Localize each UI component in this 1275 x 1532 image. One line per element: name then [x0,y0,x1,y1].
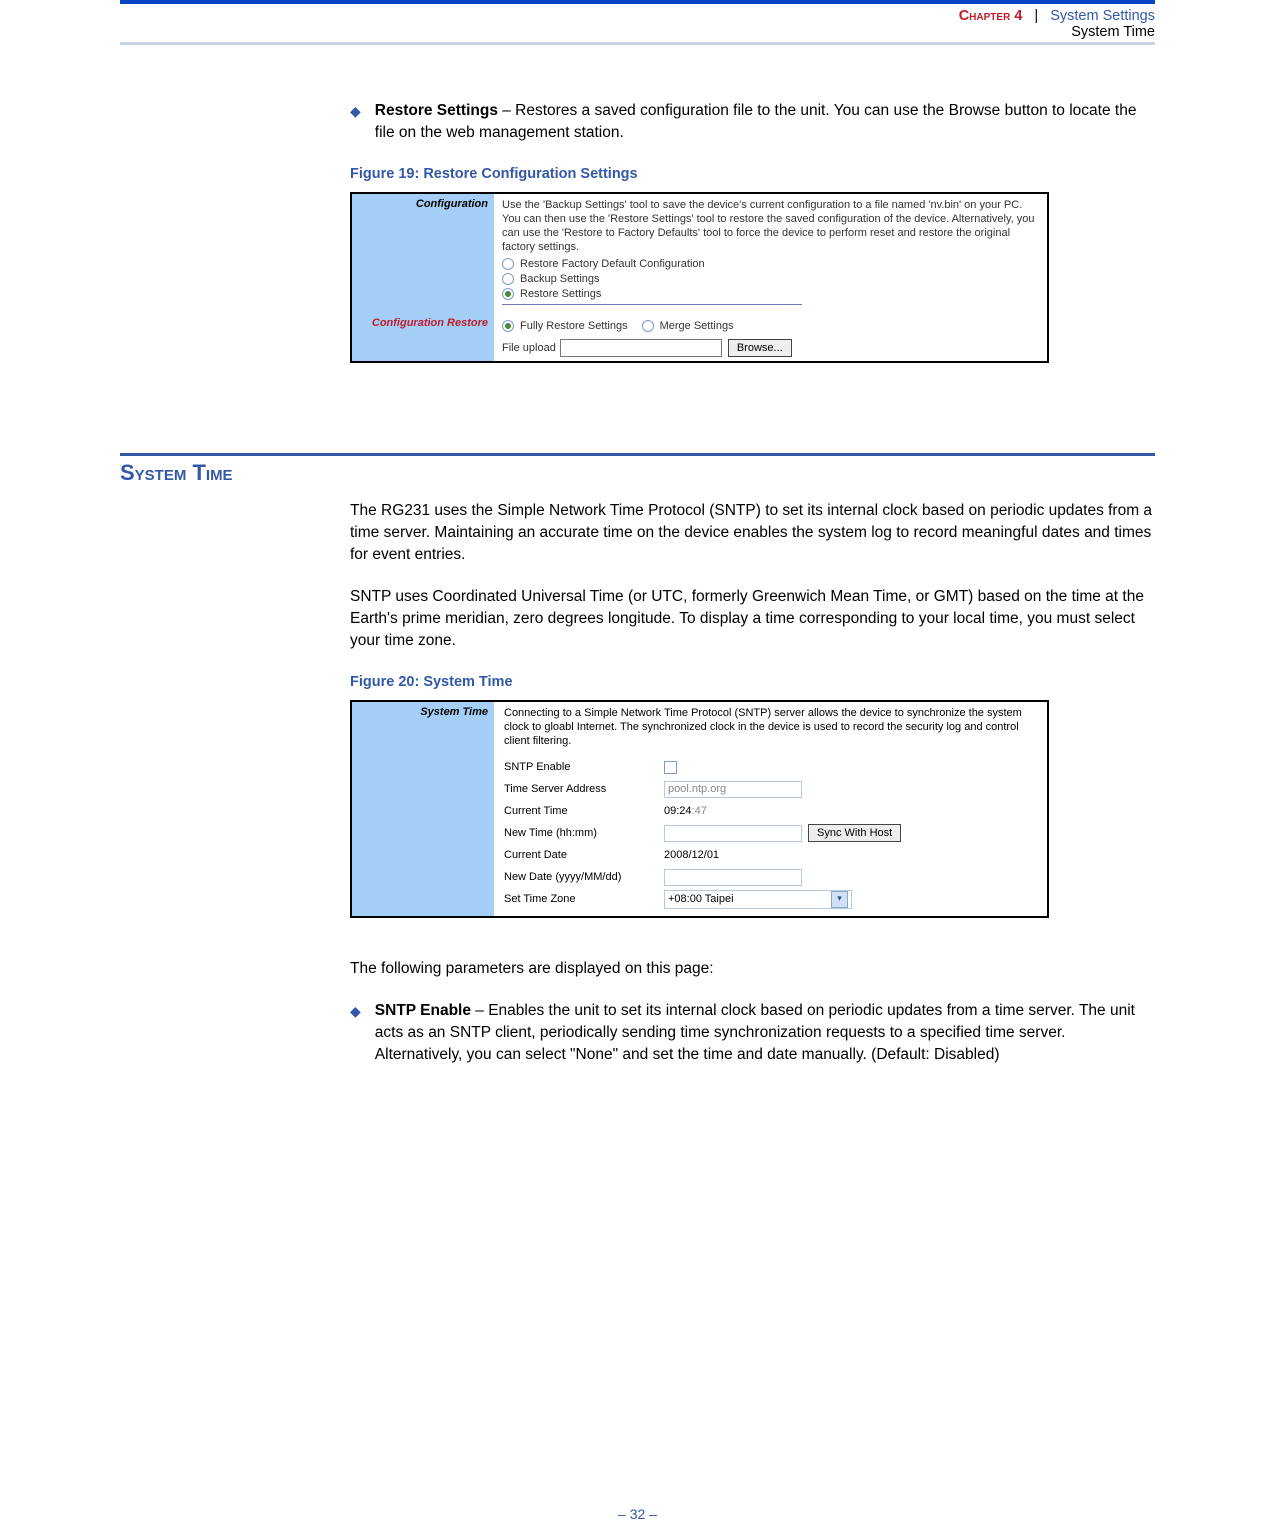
radio-icon [502,288,514,300]
time-server-address-input[interactable] [664,781,802,798]
radio-label: Merge Settings [660,320,734,332]
figure-19-caption: Figure 19: Restore Configuration Setting… [350,166,1155,182]
current-date-label: Current Date [504,849,664,861]
sntp-enable-desc: – Enables the unit to set its internal c… [375,1002,1135,1063]
diamond-bullet-icon: ◆ [350,100,375,144]
restore-settings-bullet: ◆ Restore Settings – Restores a saved co… [350,100,1155,144]
new-date-input[interactable] [664,869,802,886]
figure-20-caption: Figure 20: System Time [350,674,1155,690]
system-time-para-1: The RG231 uses the Simple Network Time P… [350,500,1155,566]
fig19-intro-text: Use the 'Backup Settings' tool to save t… [502,198,1039,254]
sntp-enable-label: SNTP Enable [504,761,664,773]
time-zone-select[interactable]: +08:00 Taipei ▾ [664,890,852,909]
radio-restore-settings[interactable]: Restore Settings [502,288,1039,300]
sntp-enable-checkbox[interactable] [664,761,677,774]
sntp-enable-title: SNTP Enable [375,1002,471,1019]
file-upload-label: File upload [502,342,556,354]
browse-button[interactable]: Browse... [728,339,792,357]
time-server-address-label: Time Server Address [504,783,664,795]
restore-settings-text: Restore Settings – Restores a saved conf… [375,100,1155,144]
radio-label: Restore Factory Default Configuration [520,258,705,270]
radio-icon [502,273,514,285]
current-time-value: 09:24:47 [664,805,707,817]
chapter-label: Chapter 4 [959,8,1023,24]
radio-backup-settings[interactable]: Backup Settings [502,273,1039,285]
section-heading-system-time: System Time [120,460,1155,486]
page-number: – 32 – [0,1506,1275,1522]
section-rule [120,453,1155,456]
chevron-down-icon: ▾ [831,891,848,908]
header-title: System Settings [1050,8,1155,24]
radio-fully-restore[interactable]: Fully Restore Settings [502,320,628,332]
sntp-enable-bullet: ◆ SNTP Enable – Enables the unit to set … [350,1000,1155,1066]
sync-with-host-button[interactable]: Sync With Host [808,824,901,842]
radio-label: Backup Settings [520,273,600,285]
radio-label: Fully Restore Settings [520,320,628,332]
parameters-intro: The following parameters are displayed o… [350,958,1155,980]
radio-merge-settings[interactable]: Merge Settings [642,320,734,332]
diamond-bullet-icon: ◆ [350,1000,375,1066]
fig19-restore-label: Configuration Restore [352,313,494,361]
sntp-enable-text: SNTP Enable – Enables the unit to set it… [375,1000,1155,1066]
radio-restore-factory[interactable]: Restore Factory Default Configuration [502,258,1039,270]
file-upload-input[interactable] [560,339,722,357]
header-separator: | [1026,8,1046,24]
figure-20-screenshot: System Time Connecting to a Simple Netwo… [350,700,1049,918]
radio-label: Restore Settings [520,288,601,300]
divider [502,304,802,305]
radio-icon [642,320,654,332]
set-time-zone-label: Set Time Zone [504,893,664,905]
page-header: Chapter 4 | System Settings System Time [120,0,1155,45]
fig19-section-label: Configuration [352,194,494,313]
fig20-intro-text: Connecting to a Simple Network Time Prot… [504,706,1037,748]
current-time-label: Current Time [504,805,664,817]
radio-icon [502,258,514,270]
restore-settings-title: Restore Settings [375,102,498,119]
radio-icon [502,320,514,332]
time-zone-value: +08:00 Taipei [668,893,734,905]
header-subtitle: System Time [120,24,1155,40]
figure-19-screenshot: Configuration Use the 'Backup Settings' … [350,192,1049,363]
fig20-section-label: System Time [352,702,494,916]
new-time-label: New Time (hh:mm) [504,827,664,839]
system-time-para-2: SNTP uses Coordinated Universal Time (or… [350,586,1155,652]
new-time-input[interactable] [664,825,802,842]
current-date-value: 2008/12/01 [664,849,719,861]
new-date-label: New Date (yyyy/MM/dd) [504,871,664,883]
